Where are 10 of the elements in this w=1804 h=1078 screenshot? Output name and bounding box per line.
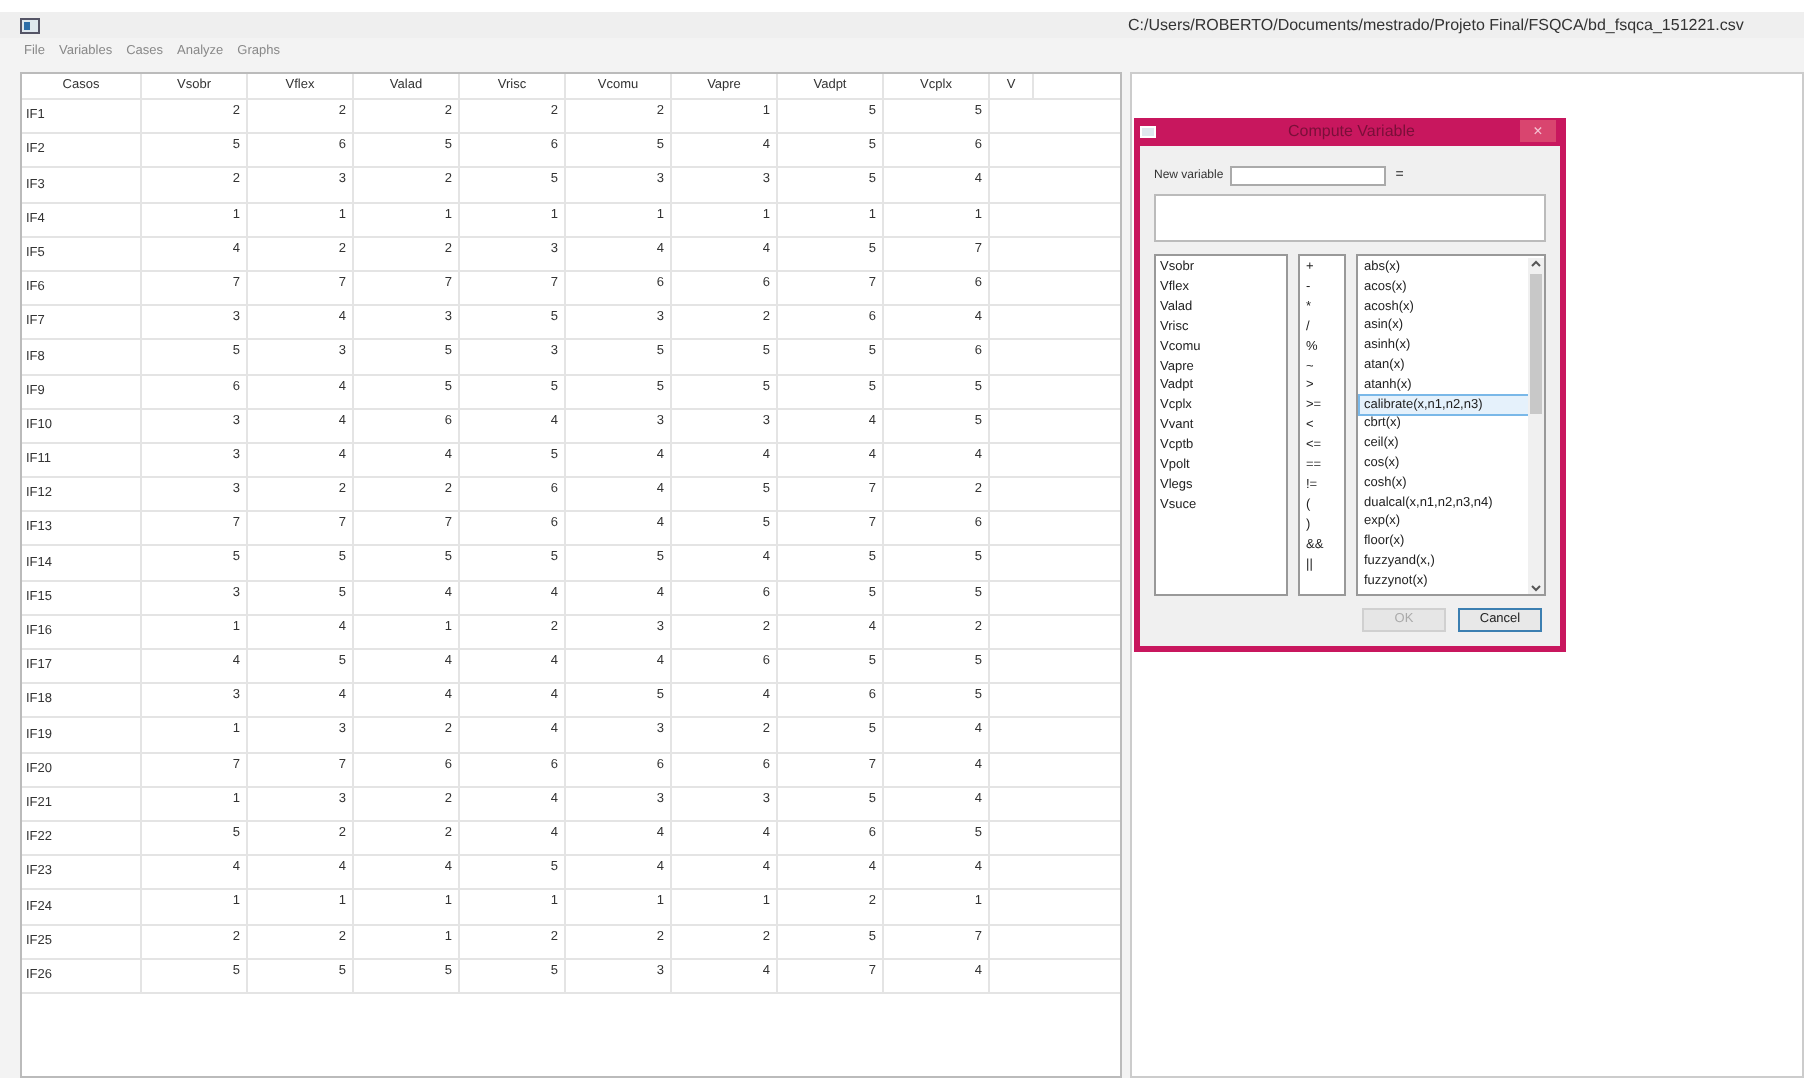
input-field[interactable]: [1229, 166, 1386, 186]
app-icon: [20, 17, 40, 33]
scroll-down-icon[interactable]: [1530, 582, 1542, 594]
scrollbar[interactable]: [1528, 258, 1544, 594]
expression-field[interactable]: [1154, 194, 1546, 242]
scroll-thumb[interactable]: [1530, 274, 1542, 414]
window-title: C:/Users/ROBERTO/Documents/mestrado/Projeto Final/FSQCA/bd_fsqca_151221.csv: [1128, 13, 1744, 37]
app-icon: [1140, 126, 1156, 138]
dialog-title: Compute Variable: [1288, 120, 1415, 144]
scroll-up-icon[interactable]: [1530, 258, 1542, 270]
